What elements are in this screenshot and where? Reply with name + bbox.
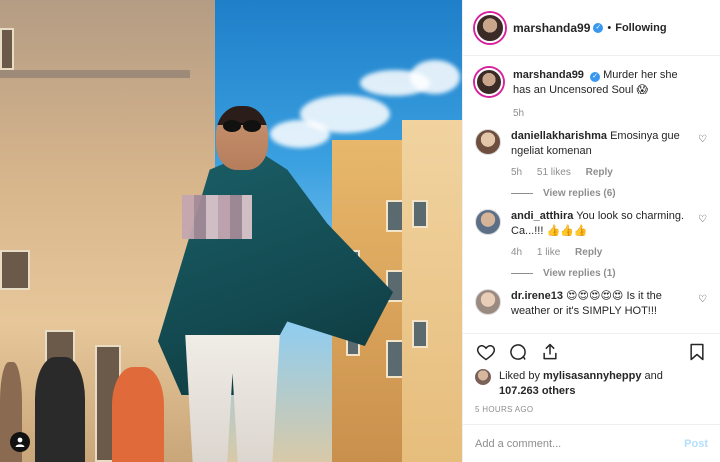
following-button[interactable]: Following <box>615 22 666 34</box>
photo-cloud <box>270 120 330 148</box>
instagram-post-modal: marshanda99 ✓ • Following marshanda99 ✓ … <box>0 0 720 462</box>
comment-like-heart-icon[interactable]: ♡ <box>698 295 708 305</box>
view-replies-label: View replies (1) <box>543 268 616 279</box>
share-icon[interactable] <box>539 341 561 363</box>
comment-body: dr.irene13 😍😍😍😍😍 Is it the weather or it… <box>511 289 708 319</box>
person-silhouette-icon <box>15 437 25 447</box>
photo-shutter <box>412 200 428 228</box>
likes-prefix: Liked by <box>499 370 544 382</box>
photo-roof <box>0 70 190 78</box>
view-replies-button[interactable]: View replies (6) <box>511 188 690 199</box>
comments-list[interactable]: marshanda99 ✓ Murder her she has an Unce… <box>463 56 720 333</box>
comment-icon[interactable] <box>507 341 529 363</box>
photo-woman-head <box>216 106 268 170</box>
reply-button[interactable]: Reply <box>575 247 602 258</box>
author-username[interactable]: marshanda99 <box>513 21 590 35</box>
bookmark-svg <box>690 343 704 360</box>
comment-text: dr.irene13 😍😍😍😍😍 Is it the weather or it… <box>511 289 690 319</box>
comment-body: daniellakharishma Emosinya gue ngeliat k… <box>511 129 708 199</box>
view-replies-label: View replies (6) <box>543 188 616 199</box>
sunglasses-icon <box>223 120 261 132</box>
post-actions-bar <box>463 333 720 369</box>
comment-likes-count[interactable]: 1 like <box>537 247 560 258</box>
caption: marshanda99 ✓ Murder her she has an Unce… <box>475 68 708 119</box>
replies-divider <box>511 273 533 274</box>
add-comment-input[interactable] <box>475 437 685 450</box>
verified-badge-icon: ✓ <box>590 72 600 82</box>
likes-count[interactable]: 107.263 others <box>499 385 575 397</box>
heart-icon[interactable] <box>475 341 497 363</box>
user-tag-icon[interactable] <box>10 432 30 452</box>
comment-item: dr.irene13 😍😍😍😍😍 Is it the weather or it… <box>475 289 708 319</box>
photo-building-far-right <box>402 120 462 462</box>
liker-username[interactable]: mylisasannyheppy <box>543 370 641 382</box>
photo-woman-legs <box>185 335 280 462</box>
liker-avatar[interactable] <box>475 369 491 385</box>
photo-window <box>0 250 30 290</box>
comment-username[interactable]: daniellakharishma <box>511 130 607 142</box>
photo-censor-blur <box>182 195 252 239</box>
comment-like-heart-icon[interactable]: ♡ <box>698 135 708 145</box>
caption-timestamp[interactable]: 5h <box>513 108 690 119</box>
verified-badge-icon: ✓ <box>593 22 604 33</box>
author-avatar[interactable] <box>475 12 505 43</box>
add-comment-bar: Post <box>463 424 720 462</box>
post-timestamp[interactable]: 5 HOURS AGO <box>463 399 720 414</box>
post-photo[interactable] <box>0 0 462 462</box>
comment-text: andi_atthira You look so charming. Ca...… <box>511 209 690 239</box>
photo-shutter <box>412 320 428 348</box>
likes-summary: Liked by mylisasannyheppy and 107.263 ot… <box>463 369 720 399</box>
commenter-avatar[interactable] <box>475 129 501 155</box>
view-replies-button[interactable]: View replies (1) <box>511 268 690 279</box>
comment-meta: 5h 51 likes Reply <box>511 167 690 178</box>
caption-author-avatar[interactable] <box>475 68 503 96</box>
caption-username[interactable]: marshanda99 <box>513 69 584 81</box>
commenter-avatar[interactable] <box>475 209 501 235</box>
comment-meta: 4h 1 like Reply <box>511 247 690 258</box>
comment-svg <box>510 343 526 360</box>
share-svg <box>543 343 557 359</box>
comment-text: daniellakharishma Emosinya gue ngeliat k… <box>511 129 690 159</box>
reply-button[interactable]: Reply <box>586 167 613 178</box>
photo-cloud <box>410 60 460 94</box>
comment-likes-count[interactable]: 51 likes <box>537 167 571 178</box>
photo-pedestrian <box>35 357 85 462</box>
post-header: marshanda99 ✓ • Following <box>463 0 720 56</box>
bookmark-icon[interactable] <box>686 341 708 363</box>
comment-timestamp[interactable]: 4h <box>511 247 522 258</box>
caption-body: marshanda99 ✓ Murder her she has an Unce… <box>513 68 708 119</box>
comment-item: andi_atthira You look so charming. Ca...… <box>475 209 708 279</box>
post-comment-button[interactable]: Post <box>684 438 708 450</box>
likes-text: Liked by mylisasannyheppy and 107.263 ot… <box>499 369 663 399</box>
comment-username[interactable]: andi_atthira <box>511 210 573 222</box>
heart-svg <box>476 344 496 360</box>
comment-item: daniellakharishma Emosinya gue ngeliat k… <box>475 129 708 199</box>
photo-window <box>0 28 14 70</box>
replies-divider <box>511 193 533 194</box>
likes-conj: and <box>641 370 663 382</box>
photo-pedestrian <box>112 367 164 462</box>
header-separator: • <box>607 21 612 34</box>
comment-like-heart-icon[interactable]: ♡ <box>698 215 708 225</box>
comment-body: andi_atthira You look so charming. Ca...… <box>511 209 708 279</box>
post-sidebar: marshanda99 ✓ • Following marshanda99 ✓ … <box>462 0 720 462</box>
commenter-avatar[interactable] <box>475 289 501 315</box>
caption-text: marshanda99 ✓ Murder her she has an Unce… <box>513 68 690 98</box>
comment-timestamp[interactable]: 5h <box>511 167 522 178</box>
comment-username[interactable]: dr.irene13 <box>511 290 563 302</box>
